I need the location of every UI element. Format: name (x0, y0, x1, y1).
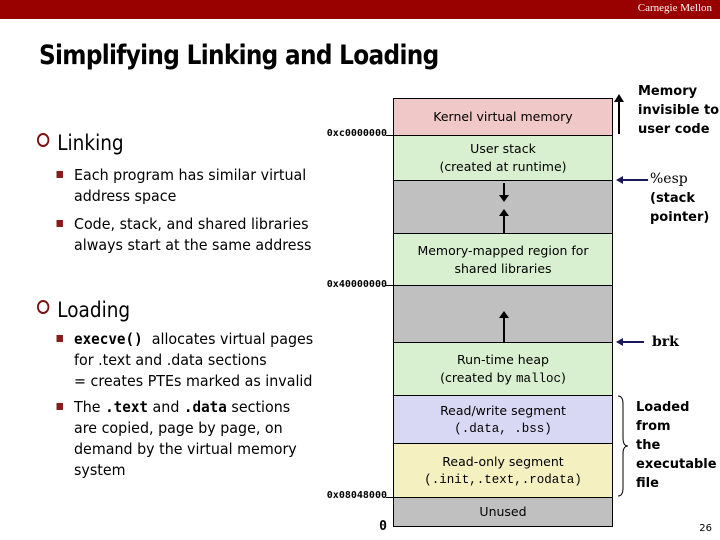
sub-bullet: The .text and .data sections are copied,… (56, 397, 297, 481)
bullet-text: and (152, 398, 180, 416)
bullet-label: Loading (57, 298, 131, 322)
brk-label: brk (652, 334, 679, 350)
note-text: invisible to (638, 103, 720, 118)
tick-kernel (386, 135, 393, 136)
esp-label: %esp (650, 171, 688, 187)
bullet-text: sections (231, 398, 291, 416)
bullet-text: demand by the virtual memory (74, 440, 297, 458)
tick-text (386, 497, 393, 498)
code-malloc: malloc (515, 371, 561, 386)
header-bar: Carnegie Mellon (0, 0, 720, 19)
segment-user-stack: User stack (created at runtime) (394, 136, 612, 181)
address-text-start: 0x08048000 (326, 490, 387, 501)
circle-bullet-icon (37, 133, 50, 147)
note-text: Loaded (636, 400, 690, 415)
circle-bullet-icon (37, 300, 50, 314)
bullet-text: Code, stack, and shared libraries (74, 215, 309, 233)
bullet-text: system (74, 461, 126, 479)
slide-title: Simplifying Linking and Loading (39, 40, 439, 71)
code-data: .data (183, 398, 227, 416)
address-mmap-start: 0x40000000 (326, 279, 387, 290)
heap-grow-up-arrow (503, 317, 505, 343)
invisible-arrow-shaft (618, 100, 620, 134)
square-bullet-icon (56, 403, 63, 410)
brand-label: Carnegie Mellon (637, 2, 712, 14)
bullet-linking: Linking (37, 131, 124, 155)
segment-label: (.data, .bss) (454, 421, 552, 436)
segment-label: (.init,.text,.rodata) (424, 472, 582, 487)
bullet-text: allocates virtual pages (151, 330, 314, 348)
note-text: pointer) (650, 210, 710, 225)
esp-note: %esp (stack pointer) (650, 170, 709, 227)
arrow-left-icon (616, 176, 623, 184)
segment-label: (created at runtime) (439, 159, 567, 174)
segment-label: (created by (440, 369, 516, 385)
note-text: executable (636, 457, 717, 472)
sub-bullet: execve() allocates virtual pages for .te… (56, 329, 314, 392)
segment-label: Memory-mapped region for (417, 242, 589, 258)
note-text: the (636, 438, 661, 453)
bullet-text: address space (74, 187, 177, 205)
note-text: (stack (650, 191, 696, 206)
bullet-loading: Loading (37, 298, 130, 322)
address-kernel-start: 0xc0000000 (326, 128, 387, 139)
segment-gap-heap (394, 286, 612, 343)
code-text: .text (105, 398, 149, 416)
bullet-text: Each program has similar virtual (74, 166, 307, 184)
arrow-left-icon (616, 338, 623, 346)
segment-gap-stack (394, 181, 612, 234)
address-zero: 0 (379, 519, 387, 534)
segment-label: Unused (479, 504, 527, 519)
brk-arrow-shaft (622, 341, 644, 343)
memory-layout-diagram: Kernel virtual memory User stack (create… (393, 98, 613, 527)
segment-label: Read/write segment (440, 402, 566, 418)
segment-label: ) (560, 369, 566, 385)
segment-rw: Read/write segment (.data, .bss) (394, 396, 612, 444)
loaded-note: Loaded from the executable file (636, 398, 717, 493)
segment-unused: Unused (394, 498, 612, 526)
note-text: user code (638, 122, 710, 137)
page-number: 26 (699, 523, 712, 534)
segment-ro: Read-only segment (.init,.text,.rodata) (394, 444, 612, 498)
note-text: from (636, 419, 671, 434)
sub-bullet: Each program has similar virtual address… (56, 165, 307, 207)
bullet-text: The (74, 398, 101, 416)
bullet-text: for .text and .data sections (74, 351, 267, 369)
arrow-down-icon (499, 195, 509, 202)
code-execve: execve() (74, 330, 143, 348)
esp-arrow-shaft (622, 179, 648, 181)
segment-heap: Run-time heap (created by malloc) (394, 343, 612, 396)
segment-label: Read-only segment (442, 453, 564, 469)
bullet-text: = creates PTEs marked as invalid (74, 372, 313, 390)
note-text: Memory (638, 84, 698, 99)
bullet-label: Linking (57, 131, 124, 155)
square-bullet-icon (56, 220, 63, 227)
arrow-up-icon (614, 94, 624, 102)
segment-mmap: Memory-mapped region for shared librarie… (394, 234, 612, 286)
mmap-grow-up-arrow (503, 215, 505, 234)
tick-mmap (386, 285, 393, 286)
square-bullet-icon (56, 171, 63, 178)
bullet-text: always start at the same address (74, 236, 312, 254)
segment-kernel: Kernel virtual memory (394, 99, 612, 136)
brace-icon (617, 395, 629, 497)
invisible-note: Memory invisible to user code (638, 82, 719, 139)
segment-label: Kernel virtual memory (433, 109, 573, 124)
sub-bullet: Code, stack, and shared libraries always… (56, 214, 312, 256)
segment-label: Run-time heap (457, 351, 549, 367)
segment-label: User stack (470, 141, 536, 156)
square-bullet-icon (56, 335, 63, 342)
segment-label: shared libraries (454, 260, 552, 276)
bullet-text: are copied, page by page, on (74, 419, 283, 437)
note-text: file (636, 476, 659, 491)
